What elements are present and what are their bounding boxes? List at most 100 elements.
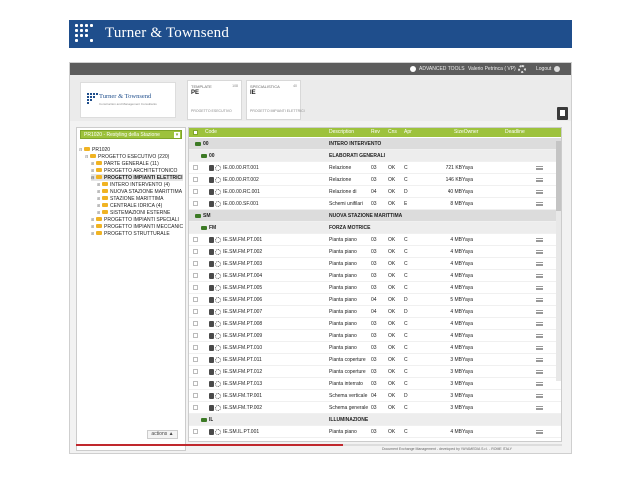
table-row[interactable]: IE.SM.FM.PT.013 Pianta interrato 03 OK C 3 MB… [189,378,561,390]
gear-icon[interactable] [215,297,221,303]
document-icon[interactable] [209,441,214,442]
document-icon[interactable] [209,405,214,411]
document-icon[interactable] [209,297,214,303]
document-icon[interactable] [209,165,214,171]
tree-node[interactable]: ⊞ NUOVA STAZIONE MARITTIMA [97,188,183,195]
table-row[interactable]: IE.SM.FM.TP.001 Schema verticale 04 OK D 3 MB… [189,390,561,402]
gear-icon[interactable] [215,261,221,267]
scrollbar-thumb[interactable] [556,141,561,211]
template-card[interactable]: TEMPLATE 108 PE PROGETTO ESECUTIVO [187,80,242,120]
menu-icon[interactable] [536,262,543,266]
group-row[interactable]: IL ILLUMINAZIONE [189,414,561,426]
tree-node[interactable]: ⊞ PROGETTO IMPIANTI MECCANICI [91,223,183,230]
table-row[interactable]: IE.00.00.RT.002 Relazione 03 OK C 146 KB Yaya [189,174,561,186]
row-checkbox[interactable] [193,321,198,326]
document-icon[interactable] [209,357,214,363]
document-icon[interactable] [209,393,214,399]
gear-icon[interactable] [215,405,221,411]
menu-icon[interactable] [536,322,543,326]
table-row[interactable]: IE.SM.FM.PT.005 Pianta piano 03 OK C 4 MB Yaya [189,282,561,294]
logout-link[interactable]: Logout [536,66,551,72]
menu-icon[interactable] [536,346,543,350]
tree-node[interactable]: ⊞ PROGETTO IMPIANTI SPECIALI [91,216,183,223]
specialistica-card[interactable]: SPECIALISTICA 40 IE PROGETTO IMPIANTI EL… [246,80,305,120]
gear-icon[interactable] [215,381,221,387]
menu-icon[interactable] [536,370,543,374]
table-row[interactable]: IE.00.00.RT.001 Relazione 03 OK C 721 KB Yaya [189,162,561,174]
row-checkbox[interactable] [193,165,198,170]
table-row[interactable]: IE.SM.FM.PT.002 Pianta piano 03 OK C 4 MB Yaya [189,246,561,258]
row-checkbox[interactable] [193,309,198,314]
menu-icon[interactable] [536,298,543,302]
table-row[interactable]: IE.SM.FM.PT.004 Pianta piano 03 OK C 4 MB Yaya [189,270,561,282]
menu-icon[interactable] [536,190,543,194]
gear-icon[interactable] [215,345,221,351]
row-checkbox[interactable] [193,201,198,206]
row-checkbox[interactable] [193,297,198,302]
document-icon[interactable] [209,261,214,267]
gear-icon[interactable] [215,189,221,195]
document-icon[interactable] [209,249,214,255]
gear-icon[interactable] [215,237,221,243]
group-row[interactable]: FM FORZA MOTRICE [189,222,561,234]
document-icon[interactable] [209,177,214,183]
gear-icon[interactable] [215,309,221,315]
group-row[interactable]: 00 ELABORATI GENERALI [189,150,561,162]
row-checkbox[interactable] [193,357,198,362]
actions-button[interactable]: actions ▲ [147,430,178,439]
tree-node[interactable]: ⊞ PROGETTO STRUTTURALE [91,230,183,237]
gear-icon[interactable] [215,357,221,363]
menu-icon[interactable] [536,178,543,182]
gear-icon[interactable] [215,177,221,183]
document-icon[interactable] [209,429,214,435]
menu-icon[interactable] [536,394,543,398]
menu-icon[interactable] [536,334,543,338]
document-icon[interactable] [209,345,214,351]
table-row[interactable]: IE.SM.FM.PT.009 Pianta piano 03 OK C 4 MB Yaya [189,330,561,342]
column-size-owner[interactable]: SizeOwner [454,128,478,137]
document-icon[interactable] [557,107,568,120]
document-icon[interactable] [209,201,214,207]
select-all-checkbox[interactable] [193,130,198,135]
table-row[interactable]: IE.SM.FM.PT.006 Pianta piano 04 OK D 5 MB Yaya [189,294,561,306]
logout-icon[interactable] [554,66,560,72]
row-checkbox[interactable] [193,237,198,242]
table-row[interactable]: IE.SM.IL.PT.002 Pianta piano03 OK C 4 MBYaya [189,438,561,442]
column-cns[interactable]: Cns [388,128,397,137]
menu-icon[interactable] [536,250,543,254]
row-checkbox[interactable] [193,333,198,338]
document-icon[interactable] [209,285,214,291]
menu-icon[interactable] [536,286,543,290]
tree-node[interactable]: ⊞ SISTEMAZIONI ESTERNE [97,209,183,216]
gear-icon[interactable] [215,165,221,171]
grid-scrollbar[interactable] [556,141,561,381]
document-icon[interactable] [209,189,214,195]
row-checkbox[interactable] [193,405,198,410]
document-icon[interactable] [209,237,214,243]
row-checkbox[interactable] [193,381,198,386]
gear-icon[interactable] [215,441,221,442]
menu-icon[interactable] [536,310,543,314]
tree-node[interactable]: ⊟ PROGETTO ESECUTIVO (220) [85,153,183,160]
row-checkbox[interactable] [193,345,198,350]
table-row[interactable]: IE.SM.IL.PT.001 Pianta piano 03 OK C 4 MB Yaya [189,426,561,438]
row-checkbox[interactable] [193,177,198,182]
menu-icon[interactable] [536,274,543,278]
gear-icon[interactable] [215,201,221,207]
tree-node[interactable]: ⊞ CENTRALE IDRICA (4) [97,202,183,209]
project-select[interactable]: PR1020 - Restyling della Stazione ▾ [80,130,182,139]
column-code[interactable]: Code [205,128,217,137]
column-apr[interactable]: Apr [404,128,412,137]
gear-icon[interactable] [215,429,221,435]
table-row[interactable]: IE.00.00.RC.001 Relazione di 04 OK D 40 MB Yay… [189,186,561,198]
document-icon[interactable] [209,369,214,375]
gear-icon[interactable] [215,369,221,375]
gear-icon[interactable] [215,393,221,399]
gear-icon[interactable] [215,249,221,255]
row-checkbox[interactable] [193,249,198,254]
menu-icon[interactable] [536,382,543,386]
row-checkbox[interactable] [193,393,198,398]
tree-node[interactable]: ⊞ INTERO INTERVENTO (4) [97,181,183,188]
gear-icon[interactable] [215,333,221,339]
document-icon[interactable] [209,321,214,327]
